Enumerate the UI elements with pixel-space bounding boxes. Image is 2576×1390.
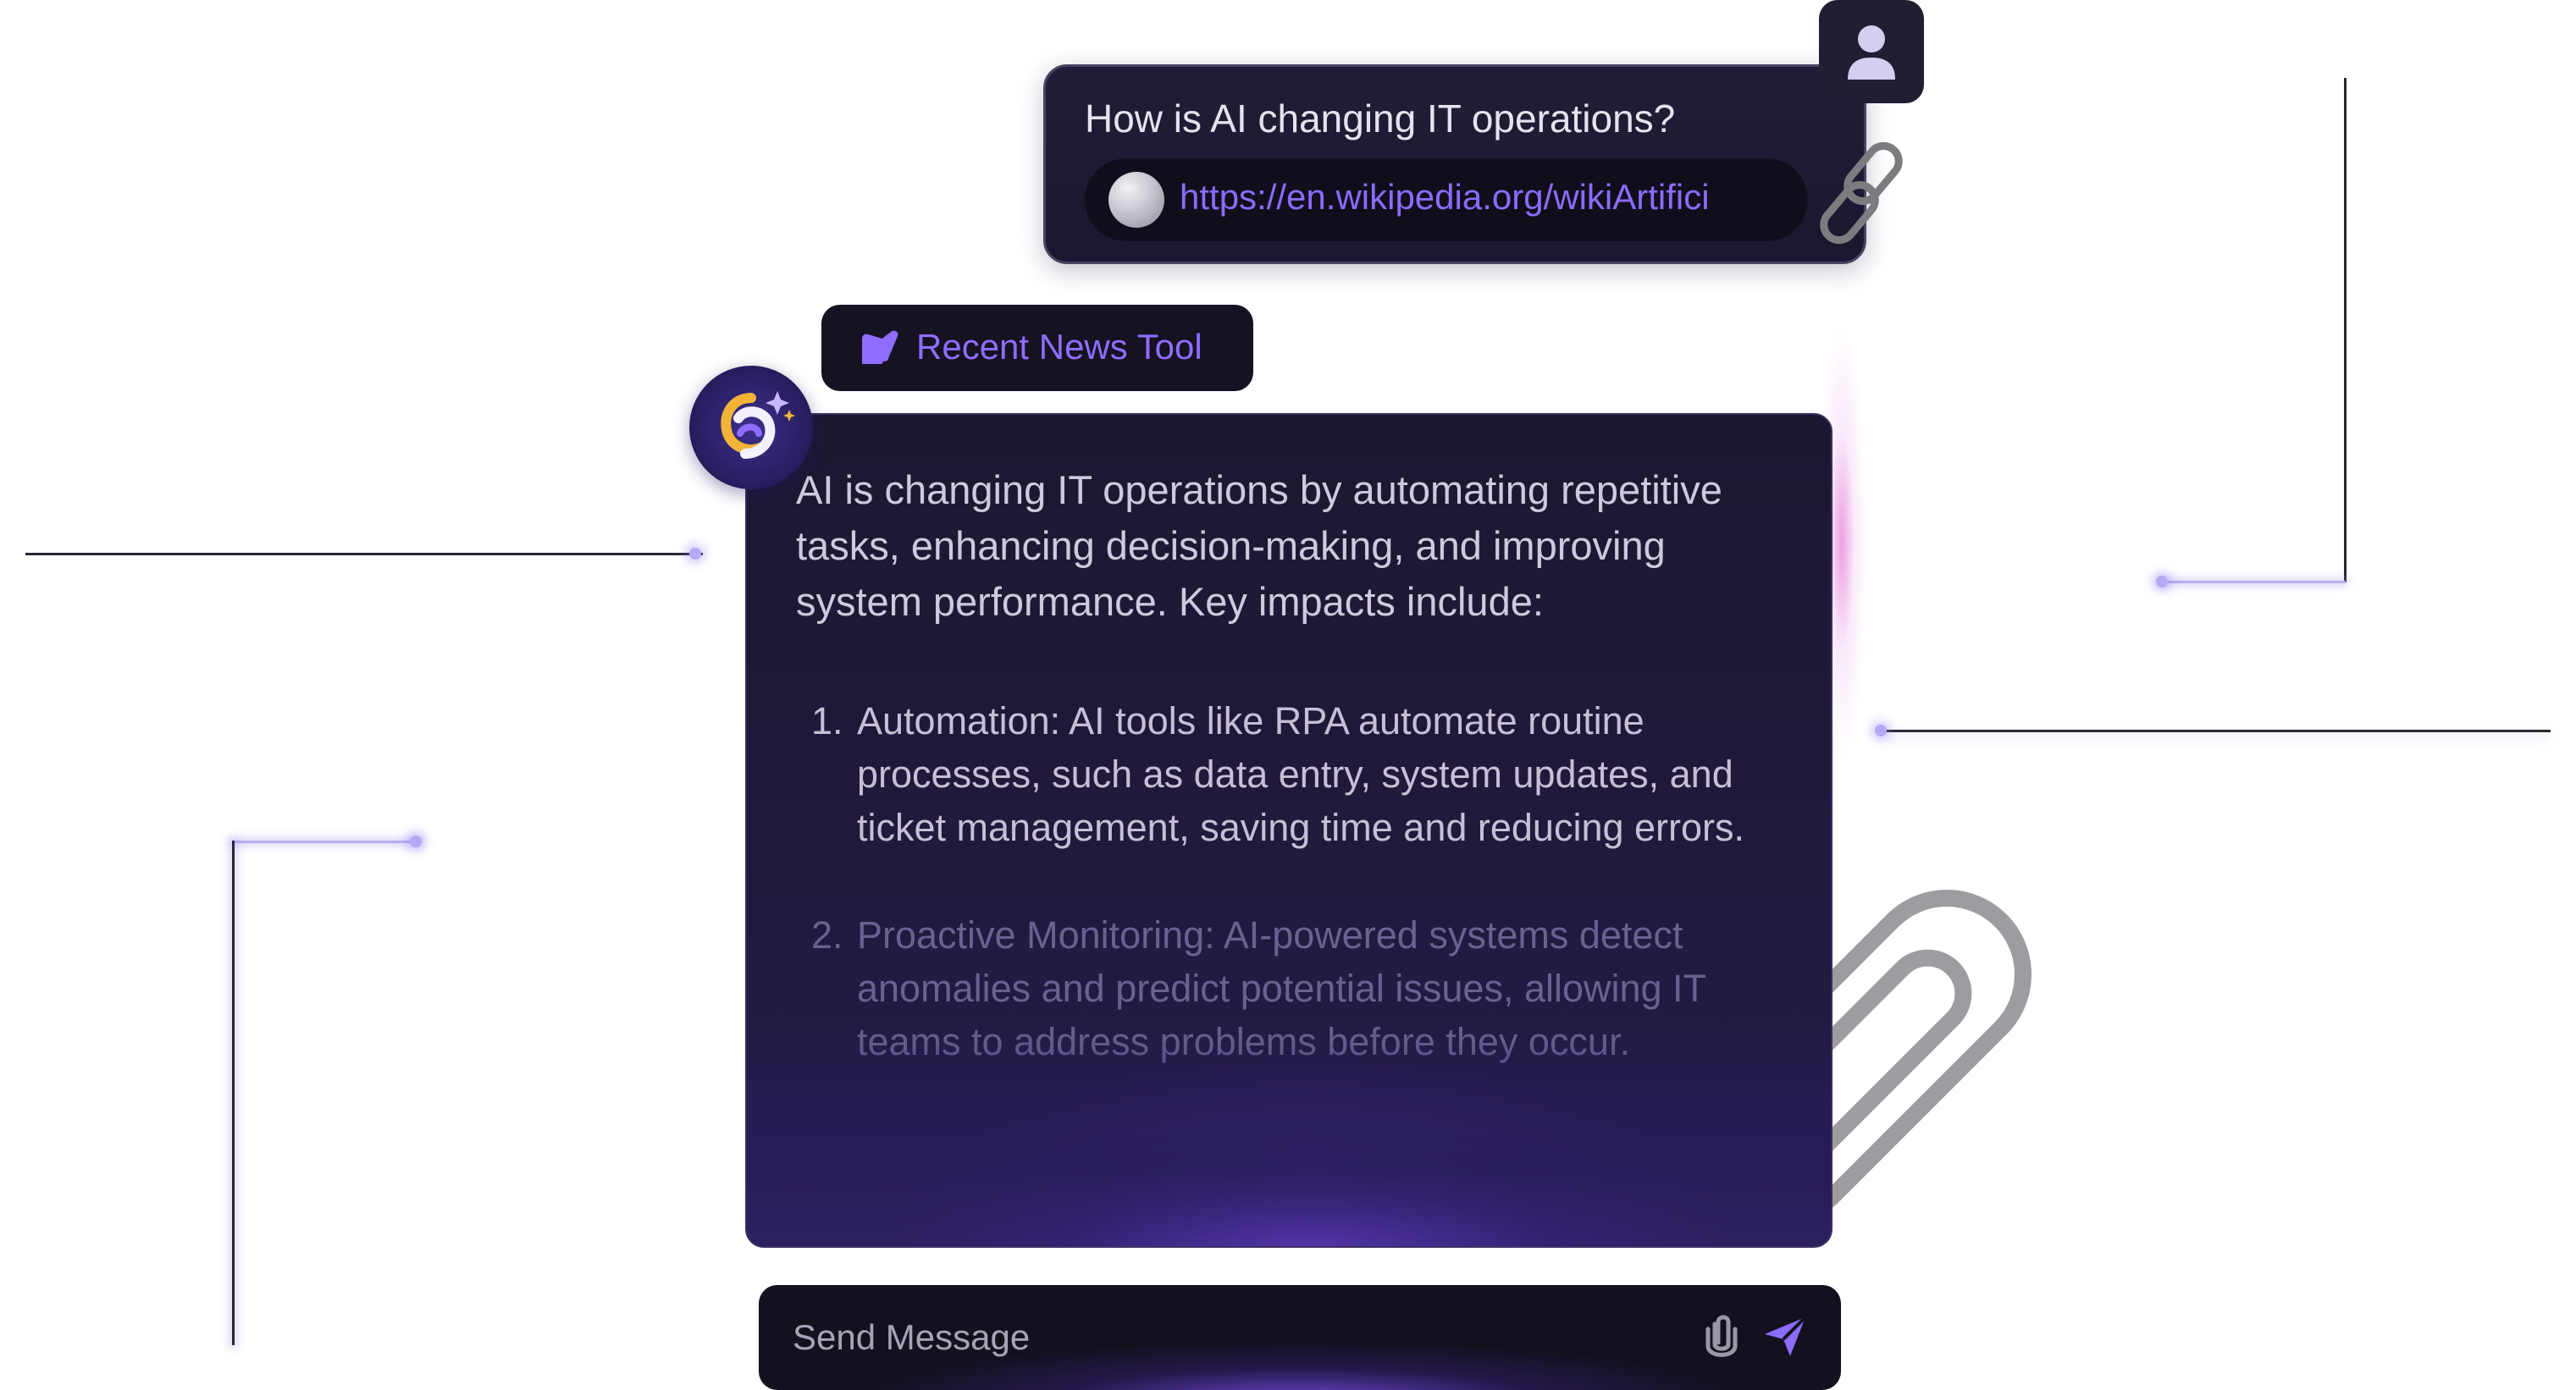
assistant-message-bubble: AI is changing IT operations by automati… (745, 413, 1832, 1248)
message-input[interactable]: Send Message (793, 1317, 1030, 1358)
connector-dot (1875, 725, 1887, 736)
link-url[interactable]: https://en.wikipedia.org/wikiArtifici (1180, 177, 1710, 218)
news-tool-icon (862, 330, 898, 364)
connector-line-bottom-left-horizontal (232, 841, 420, 843)
list-item: 1. Automation: AI tools like RPA automat… (796, 694, 1795, 854)
connector-line-left (25, 553, 703, 555)
assistant-intro: AI is changing IT operations by automati… (796, 467, 1722, 624)
user-avatar (1819, 0, 1924, 103)
connector-dot (2156, 576, 2168, 587)
recent-news-tool-badge[interactable]: Recent News Tool (821, 305, 1253, 391)
assistant-list: 1. Automation: AI tools like RPA automat… (796, 694, 1795, 1068)
user-icon (1848, 25, 1895, 80)
list-number: 1. (811, 699, 843, 742)
bubble-fade-overlay (747, 1026, 1831, 1246)
wikipedia-globe-icon (1108, 172, 1164, 228)
connector-dot (689, 548, 701, 560)
link-attachment[interactable]: https://en.wikipedia.org/wikiArtifici (1085, 158, 1808, 241)
list-item-text: Automation: AI tools like RPA automate r… (857, 699, 1745, 849)
connector-line-top-right-horizontal (2163, 581, 2346, 583)
link-chain-icon (1820, 141, 1903, 245)
message-composer[interactable]: Send Message (759, 1285, 1841, 1390)
connector-line-bottom-left-vertical (232, 841, 235, 1345)
list-number: 2. (811, 913, 843, 957)
user-question: How is AI changing IT operations? (1085, 97, 1676, 141)
connector-line-mid-right (1882, 730, 2551, 732)
assistant-avatar (689, 366, 813, 489)
assistant-logo-icon (721, 391, 795, 459)
tool-label: Recent News Tool (916, 327, 1202, 367)
send-icon[interactable] (1760, 1310, 1810, 1361)
user-message-bubble: How is AI changing IT operations? https:… (1043, 64, 1866, 264)
connector-dot (410, 836, 422, 847)
connector-line-top-right-vertical (2344, 78, 2347, 582)
attach-icon[interactable] (1700, 1312, 1743, 1361)
